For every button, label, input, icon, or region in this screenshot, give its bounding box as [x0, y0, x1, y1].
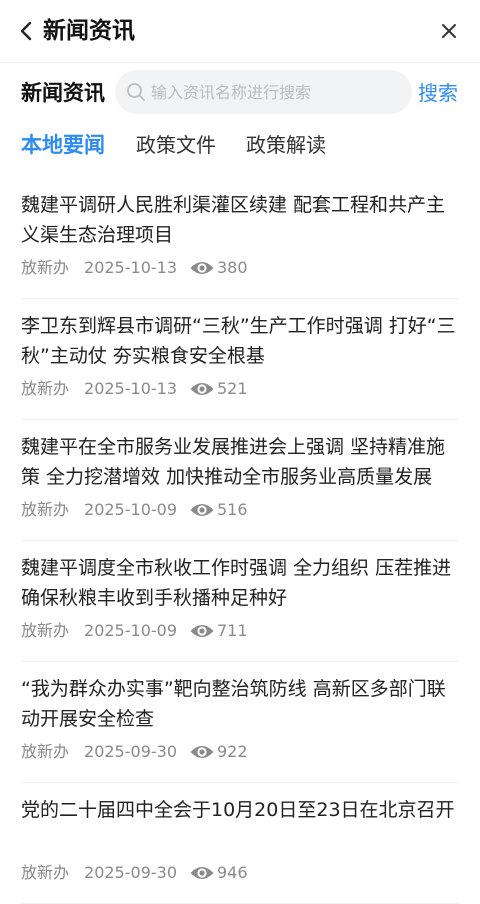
news-date: 2025-10-13 — [84, 258, 177, 277]
news-list: 魏建平调研人民胜利渠灌区续建 配套工程和共产主义渠生态治理项目 放新办 2025… — [0, 178, 480, 904]
search-section-label: 新闻资讯 — [21, 81, 105, 105]
news-item[interactable]: 党的二十届四中全会于10月20日至23日在北京召开 放新办 2025-09-30… — [21, 783, 459, 904]
search-row: 新闻资讯 搜索 — [0, 66, 480, 120]
search-button[interactable]: 搜索 — [418, 78, 458, 108]
eye-icon — [189, 259, 215, 277]
news-view-count: 711 — [217, 621, 248, 640]
news-view-count: 380 — [217, 258, 248, 277]
news-item[interactable]: 魏建平在全市服务业发展推进会上强调 坚持精准施策 全力挖潜增效 加快推动全市服务… — [21, 420, 459, 541]
eye-icon — [189, 380, 215, 398]
news-meta: 放新办 2025-10-09 516 — [21, 498, 248, 522]
news-source: 放新办 — [21, 863, 70, 882]
tab-policy-documents[interactable]: 政策文件 — [136, 128, 216, 162]
news-title: 魏建平调研人民胜利渠灌区续建 配套工程和共产主义渠生态治理项目 — [21, 194, 446, 246]
news-view-count: 946 — [217, 863, 248, 882]
tab-local-news[interactable]: 本地要闻 — [21, 128, 105, 162]
eye-icon — [189, 743, 215, 761]
news-item[interactable]: 魏建平调度全市秋收工作时强调 全力组织 压茬推进 确保秋粮丰收到手秋播种足种好 … — [21, 541, 459, 662]
header-bar: 新闻资讯 — [0, 0, 480, 63]
news-date: 2025-09-30 — [84, 863, 177, 882]
close-icon[interactable] — [436, 18, 462, 44]
news-date: 2025-09-30 — [84, 742, 177, 761]
search-input[interactable] — [151, 70, 401, 114]
news-item[interactable]: 魏建平调研人民胜利渠灌区续建 配套工程和共产主义渠生态治理项目 放新办 2025… — [21, 178, 459, 299]
news-title: 李卫东到辉县市调研“三秋”生产工作时强调 打好“三秋”主动仗 夯实粮食安全根基 — [21, 315, 456, 367]
news-view-count: 516 — [217, 500, 248, 519]
news-meta: 放新办 2025-10-13 380 — [21, 256, 248, 280]
category-tabs: 本地要闻 政策文件 政策解读 — [0, 128, 480, 168]
news-source: 放新办 — [21, 500, 70, 519]
news-title: “我为群众办实事”靶向整治筑防线 高新区多部门联动开展安全检查 — [21, 678, 446, 730]
news-date: 2025-10-09 — [84, 500, 177, 519]
news-title: 党的二十届四中全会于10月20日至23日在北京召开 — [21, 799, 455, 821]
tab-policy-interpretation[interactable]: 政策解读 — [246, 128, 326, 162]
news-view-count: 521 — [217, 379, 248, 398]
news-item[interactable]: 李卫东到辉县市调研“三秋”生产工作时强调 打好“三秋”主动仗 夯实粮食安全根基 … — [21, 299, 459, 420]
news-meta: 放新办 2025-10-09 711 — [21, 619, 248, 643]
search-box[interactable] — [115, 70, 412, 114]
news-source: 放新办 — [21, 742, 70, 761]
news-source: 放新办 — [21, 258, 70, 277]
news-date: 2025-10-13 — [84, 379, 177, 398]
news-meta: 放新办 2025-09-30 946 — [21, 861, 248, 885]
news-meta: 放新办 2025-09-30 922 — [21, 740, 248, 764]
news-title: 魏建平在全市服务业发展推进会上强调 坚持精准施策 全力挖潜增效 加快推动全市服务… — [21, 436, 446, 488]
news-date: 2025-10-09 — [84, 621, 177, 640]
news-source: 放新办 — [21, 621, 70, 640]
search-icon — [126, 82, 146, 102]
news-view-count: 922 — [217, 742, 248, 761]
back-arrow-icon[interactable] — [14, 16, 38, 46]
news-meta: 放新办 2025-10-13 521 — [21, 377, 248, 401]
news-source: 放新办 — [21, 379, 70, 398]
eye-icon — [189, 864, 215, 882]
eye-icon — [189, 501, 215, 519]
news-title: 魏建平调度全市秋收工作时强调 全力组织 压茬推进 确保秋粮丰收到手秋播种足种好 — [21, 557, 452, 609]
page-title: 新闻资讯 — [43, 18, 135, 44]
news-item[interactable]: “我为群众办实事”靶向整治筑防线 高新区多部门联动开展安全检查 放新办 2025… — [21, 662, 459, 783]
eye-icon — [189, 622, 215, 640]
